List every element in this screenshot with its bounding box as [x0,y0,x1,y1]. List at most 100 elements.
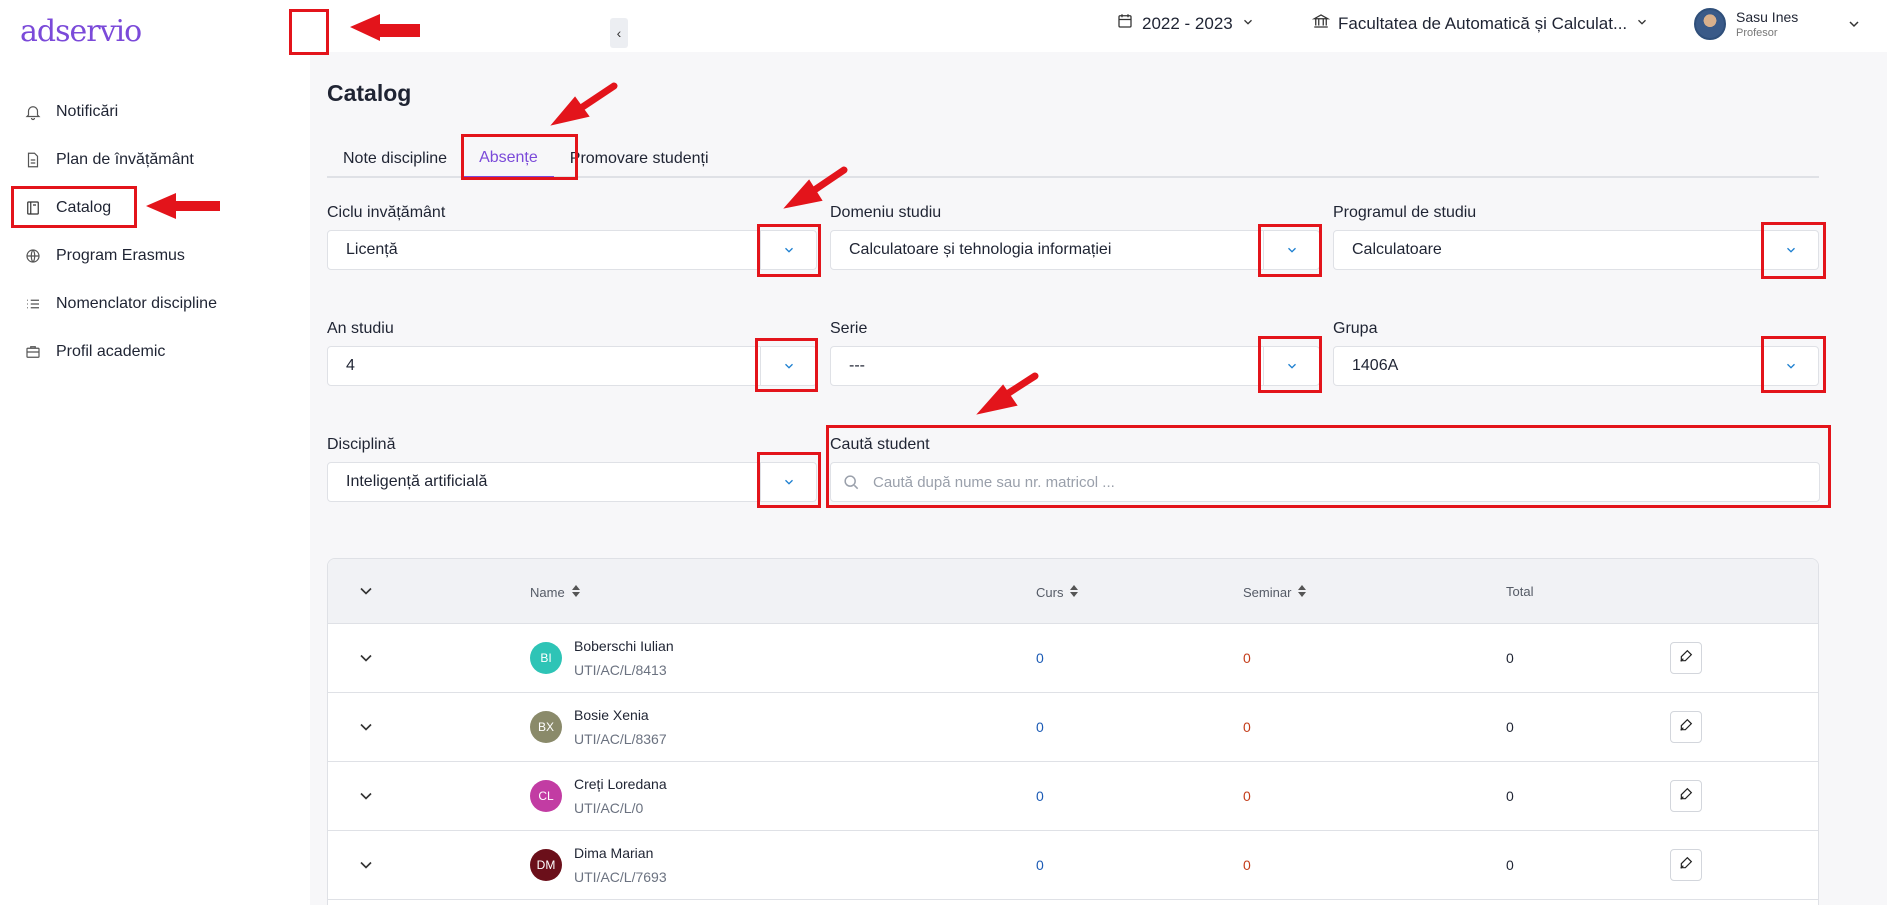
domeniu-select[interactable]: Calculatoare și tehnologia informației [830,230,1320,270]
collapse-sidebar-button[interactable]: ‹ [610,18,628,48]
sidebar-item-catalog[interactable]: Catalog [0,184,310,232]
sidebar-item-label: Plan de învățământ [56,151,194,168]
sort-icon [1297,584,1307,601]
serie-value: --- [849,357,865,374]
search-label: Caută student [830,436,930,453]
total-count: 0 [1506,788,1514,804]
disciplina-label: Disciplină [327,436,396,453]
seminar-count: 0 [1243,650,1251,666]
chevron-down-icon[interactable] [760,231,816,269]
absente-table: Name Curs Seminar Total BI Boberschi Iul… [327,558,1819,905]
domeniu-value: Calculatoare și tehnologia informației [849,241,1112,258]
program-select[interactable]: Calculatoare [1333,230,1819,270]
topbar: ‹ [310,0,1887,52]
sidebar-item-notificari[interactable]: Notificări [0,88,310,136]
tab-absente[interactable]: Absențe [463,140,554,178]
arrow-search-head [976,384,1018,415]
seminar-count: 0 [1243,857,1251,873]
pen-icon [1678,855,1694,876]
tab-promovare-studenti[interactable]: Promovare studenți [554,140,725,178]
sidebar: adservio Notificări Plan de învățământ C… [0,0,310,905]
faculty-selector[interactable]: Facultatea de Automatică și Calculat... [1311,12,1649,35]
an-value: 4 [346,357,355,374]
catalog-tabs: Note discipline Absențe Promovare studen… [327,140,1819,178]
year-selector[interactable]: 2022 - 2023 [1116,12,1255,35]
avatar [1694,8,1726,40]
faculty-value: Facultatea de Automatică și Calculat... [1338,13,1628,33]
pen-icon [1678,786,1694,807]
app-logo[interactable]: adservio [20,14,142,49]
chevron-left-icon: ‹ [616,25,622,41]
pen-icon [1678,717,1694,738]
student-matricol: UTI/AC/L/8367 [574,731,667,747]
table-row[interactable]: DM Dima Marian UTI/AC/L/7693 0 0 0 [328,831,1818,900]
sidebar-item-nomenclator[interactable]: Nomenclator discipline [0,280,310,328]
year-value: 2022 - 2023 [1142,13,1233,33]
column-name[interactable]: Name [530,584,581,601]
chevron-down-icon[interactable] [760,347,816,385]
chevron-down-icon[interactable] [1846,16,1862,37]
edit-button[interactable] [1670,849,1702,881]
expand-all-icon[interactable] [356,581,376,606]
sidebar-item-label: Profil academic [56,343,166,360]
sidebar-item-erasmus[interactable]: Program Erasmus [0,232,310,280]
table-row[interactable]: CL Creți Loredana UTI/AC/L/0 0 0 0 [328,762,1818,831]
pen-icon [1678,648,1694,669]
column-seminar[interactable]: Seminar [1243,584,1307,601]
student-name: Creți Loredana [574,776,667,792]
serie-select[interactable]: --- [830,346,1320,386]
sidebar-item-label: Notificări [56,103,119,120]
column-total: Total [1506,584,1534,599]
chevron-down-icon[interactable] [1762,231,1818,269]
tab-note-discipline[interactable]: Note discipline [327,140,463,178]
domeniu-label: Domeniu studiu [830,204,942,221]
calendar-icon [1116,12,1134,35]
expand-row-icon[interactable] [356,855,376,875]
edit-button[interactable] [1670,711,1702,743]
grupa-label: Grupa [1333,320,1378,337]
expand-row-icon[interactable] [356,717,376,737]
chevron-down-icon[interactable] [1263,231,1319,269]
chevron-down-icon[interactable] [760,463,816,501]
chevron-down-icon [1635,14,1649,34]
user-menu[interactable]: Sasu Ines Profesor [1694,8,1798,40]
grupa-value: 1406A [1352,357,1399,374]
student-matricol: UTI/AC/L/8413 [574,662,667,678]
sidebar-item-profil[interactable]: Profil academic [0,328,310,376]
sort-icon [571,584,581,601]
column-curs[interactable]: Curs [1036,584,1079,601]
user-role: Profesor [1736,27,1778,39]
edit-button[interactable] [1670,780,1702,812]
institution-icon [1311,12,1331,35]
expand-row-icon[interactable] [356,786,376,806]
program-value: Calculatoare [1352,241,1442,258]
curs-count: 0 [1036,650,1044,666]
disciplina-select[interactable]: Inteligență artificială [327,462,817,502]
ciclu-select[interactable]: Licență [327,230,817,270]
search-icon [841,472,861,492]
sidebar-item-plan[interactable]: Plan de învățământ [0,136,310,184]
student-search [830,462,1820,502]
table-row[interactable]: BX Bosie Xenia UTI/AC/L/8367 0 0 0 [328,693,1818,762]
arrow-ciclu-head [783,179,823,209]
search-input[interactable] [873,473,1819,491]
seminar-count: 0 [1243,719,1251,735]
curs-count: 0 [1036,857,1044,873]
chevron-down-icon[interactable] [1263,347,1319,385]
edit-button[interactable] [1670,642,1702,674]
student-avatar: CL [530,780,562,812]
expand-row-icon[interactable] [356,648,376,668]
an-select[interactable]: 4 [327,346,817,386]
list-icon [24,295,42,313]
student-name: Dima Marian [574,845,654,861]
an-label: An studiu [327,320,394,337]
document-icon [24,151,42,169]
student-avatar: BI [530,642,562,674]
grupa-select[interactable]: 1406A [1333,346,1819,386]
table-row[interactable]: BI Boberschi Iulian UTI/AC/L/8413 0 0 0 [328,624,1818,693]
table-header: Name Curs Seminar Total [328,559,1818,624]
total-count: 0 [1506,719,1514,735]
chevron-down-icon[interactable] [1762,347,1818,385]
student-avatar: DM [530,849,562,881]
arrow-absente [571,82,618,116]
